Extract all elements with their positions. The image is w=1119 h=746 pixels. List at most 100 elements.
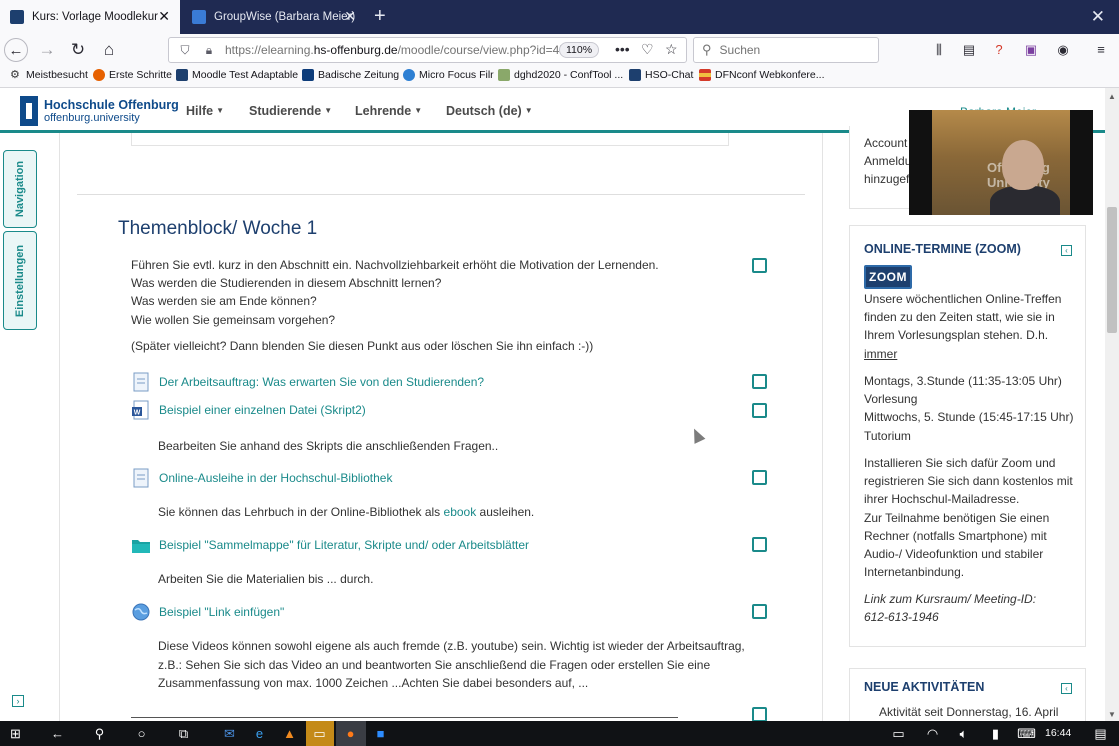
back-arrow-icon[interactable]: ←: [4, 38, 28, 62]
completion-checkbox[interactable]: [752, 403, 767, 418]
previous-section-box: [131, 133, 729, 146]
menu-language[interactable]: Deutsch (de) ▼: [446, 104, 533, 118]
pocket-icon[interactable]: ♡: [641, 41, 654, 58]
drawer-tab-settings[interactable]: Einstellungen: [3, 231, 37, 330]
bookmark-first-steps[interactable]: Erste Schritte: [93, 69, 172, 81]
summary-line: Was werden die Studierenden in diesem Ab…: [131, 276, 442, 291]
close-tab-icon[interactable]: ✕: [344, 9, 356, 23]
completion-checkbox[interactable]: [752, 537, 767, 552]
bookmark-moodle-test[interactable]: Moodle Test Adaptable: [176, 69, 298, 81]
video-call-overlay[interactable]: Offenburg University: [909, 110, 1093, 215]
activity-link[interactable]: Beispiel "Link einfügen": [159, 605, 284, 619]
activity-arbeitsauftrag[interactable]: Der Arbeitsauftrag: Was erwarten Sie von…: [131, 372, 484, 392]
activity-link[interactable]: Der Arbeitsauftrag: Was erwarten Sie von…: [159, 375, 484, 389]
menu-hilfe[interactable]: Hilfe ▼: [186, 104, 224, 118]
browser-tab-bar: Kurs: Vorlage Moodlekurs Onl ✕ GroupWise…: [0, 0, 1119, 34]
url-bar[interactable]: ⛉ 🔒︎ https://elearning.hs-offenburg.de/m…: [168, 37, 687, 63]
zoom-button[interactable]: ZOOM: [864, 265, 912, 289]
zoom-level-badge[interactable]: 110%: [559, 42, 600, 58]
account-icon[interactable]: ◉: [1054, 41, 1072, 59]
vlc-icon[interactable]: ▲: [281, 725, 298, 742]
home-icon[interactable]: ⌂: [98, 39, 120, 61]
dock-block-icon[interactable]: ‹: [1061, 245, 1072, 256]
zoom-block-install: Installieren Sie sich dafür Zoom und reg…: [864, 456, 1073, 580]
dock-block-icon[interactable]: ‹: [1061, 683, 1072, 694]
help-extension-icon[interactable]: ?: [990, 41, 1008, 59]
bookmark-filr[interactable]: Micro Focus Filr: [403, 69, 494, 81]
menu-lehrende[interactable]: Lehrende ▼: [355, 104, 422, 118]
library-icon[interactable]: ⫼: [930, 41, 948, 59]
zoom-app-icon[interactable]: ■: [372, 725, 389, 742]
page-actions-icon[interactable]: •••: [615, 41, 630, 57]
menu-hamburger-icon[interactable]: ≡: [1092, 41, 1110, 59]
scrollbar-thumb[interactable]: [1107, 207, 1117, 333]
back-arrow-icon[interactable]: ←: [49, 725, 66, 742]
volume-icon[interactable]: 🔈︎: [955, 725, 972, 742]
activity-link[interactable]: Beispiel "Sammelmappe" für Literatur, Sk…: [159, 538, 529, 552]
battery-icon[interactable]: ▭: [890, 725, 907, 742]
notifications-icon[interactable]: ▤: [1092, 725, 1109, 742]
activity-link[interactable]: Beispiel einer einzelnen Datei (Skript2): [159, 403, 366, 417]
activity-link[interactable]: Online-Ausleihe in der Hochschul-Bibliot…: [159, 471, 392, 485]
lock-icon[interactable]: 🔒︎: [201, 43, 217, 58]
completion-checkbox[interactable]: [752, 374, 767, 389]
logo-subtitle: offenburg.university: [44, 111, 140, 124]
edge-icon[interactable]: e: [251, 725, 268, 742]
drawer-tab-navigation[interactable]: Navigation: [3, 150, 37, 228]
completion-checkbox[interactable]: [752, 604, 767, 619]
activity-skript[interactable]: W Beispiel einer einzelnen Datei (Skript…: [131, 400, 366, 420]
reload-icon[interactable]: ↻: [67, 39, 89, 61]
activity-description: Bearbeiten Sie anhand des Skripts die an…: [158, 439, 499, 453]
svg-text:W: W: [134, 410, 141, 417]
firefox-icon[interactable]: ●: [342, 725, 359, 742]
file-explorer-icon[interactable]: ▭: [311, 725, 328, 742]
globe-icon: [403, 69, 415, 81]
taskbar-clock[interactable]: 16:44: [1045, 727, 1071, 739]
forward-arrow-icon[interactable]: →: [36, 39, 58, 61]
menu-studierende[interactable]: Studierende ▼: [249, 104, 332, 118]
wifi-icon[interactable]: ◠: [924, 725, 941, 742]
tab-groupwise[interactable]: GroupWise (Barbara Meier) ✕: [182, 0, 366, 34]
bookmark-conftool[interactable]: dghd2020 - ConfTool ...: [498, 69, 623, 81]
microphone-icon[interactable]: ▮: [987, 725, 1004, 742]
page-scrollbar[interactable]: [1105, 88, 1119, 721]
scroll-up-icon[interactable]: ▲: [1108, 92, 1116, 101]
bookmark-dfnconf[interactable]: DFNconf Webkonfere...: [699, 69, 825, 81]
content-border-right: [822, 133, 823, 721]
mail-app-icon[interactable]: ✉: [221, 725, 238, 742]
completion-checkbox[interactable]: [752, 470, 767, 485]
bookmark-hso-chat[interactable]: HSO-Chat: [629, 69, 693, 81]
moodle-favicon-icon: [176, 69, 188, 81]
tab-moodle-course[interactable]: Kurs: Vorlage Moodlekurs Onl ✕: [0, 0, 180, 34]
task-view-icon[interactable]: ⧉: [175, 725, 192, 742]
university-logo[interactable]: Hochschule Offenburg offenburg.universit…: [20, 96, 179, 126]
activity-sammelmappe[interactable]: Beispiel "Sammelmappe" für Literatur, Sk…: [131, 535, 529, 555]
close-tab-icon[interactable]: ✕: [158, 9, 170, 23]
windows-start-icon[interactable]: ⊞: [7, 725, 24, 742]
bookmark-most-visited[interactable]: ⚙ Meistbesucht: [10, 69, 88, 81]
onenote-extension-icon[interactable]: ▣: [1022, 41, 1040, 59]
window-close-icon[interactable]: ✕: [1091, 7, 1105, 27]
scroll-down-icon[interactable]: ▼: [1108, 710, 1116, 719]
search-icon: ⚲: [702, 42, 712, 57]
new-tab-icon[interactable]: +: [374, 6, 386, 26]
search-icon[interactable]: ⚲: [91, 725, 108, 742]
completion-checkbox[interactable]: [752, 258, 767, 273]
bookmark-badische-zeitung[interactable]: Badische Zeitung: [302, 69, 399, 81]
activity-bibliothek[interactable]: Online-Ausleihe in der Hochschul-Bibliot…: [131, 468, 392, 488]
mail-favicon-icon: [192, 10, 206, 24]
ebook-link[interactable]: ebook: [444, 505, 477, 519]
sidebar-toggle-icon[interactable]: ▤: [960, 41, 978, 59]
dfn-favicon-icon: [699, 69, 711, 81]
bookmark-star-icon[interactable]: ☆: [665, 41, 678, 58]
completion-checkbox[interactable]: [752, 707, 767, 722]
zoom-block-schedule: Montags, 3.Stunde (11:35-13:05 Uhr) Vorl…: [864, 374, 1074, 443]
cortana-icon[interactable]: ○: [133, 725, 150, 742]
logo-mark-icon: [20, 96, 38, 126]
activity-link-einfuegen[interactable]: Beispiel "Link einfügen": [131, 602, 284, 622]
search-input[interactable]: ⚲ Suchen: [693, 37, 879, 63]
tab-label: Kurs: Vorlage Moodlekurs Onl: [32, 11, 158, 23]
language-keyboard-icon[interactable]: ⌨: [1017, 725, 1036, 742]
drawer-toggle-icon[interactable]: ›: [12, 695, 24, 707]
tracking-shield-icon[interactable]: ⛉: [177, 43, 193, 58]
